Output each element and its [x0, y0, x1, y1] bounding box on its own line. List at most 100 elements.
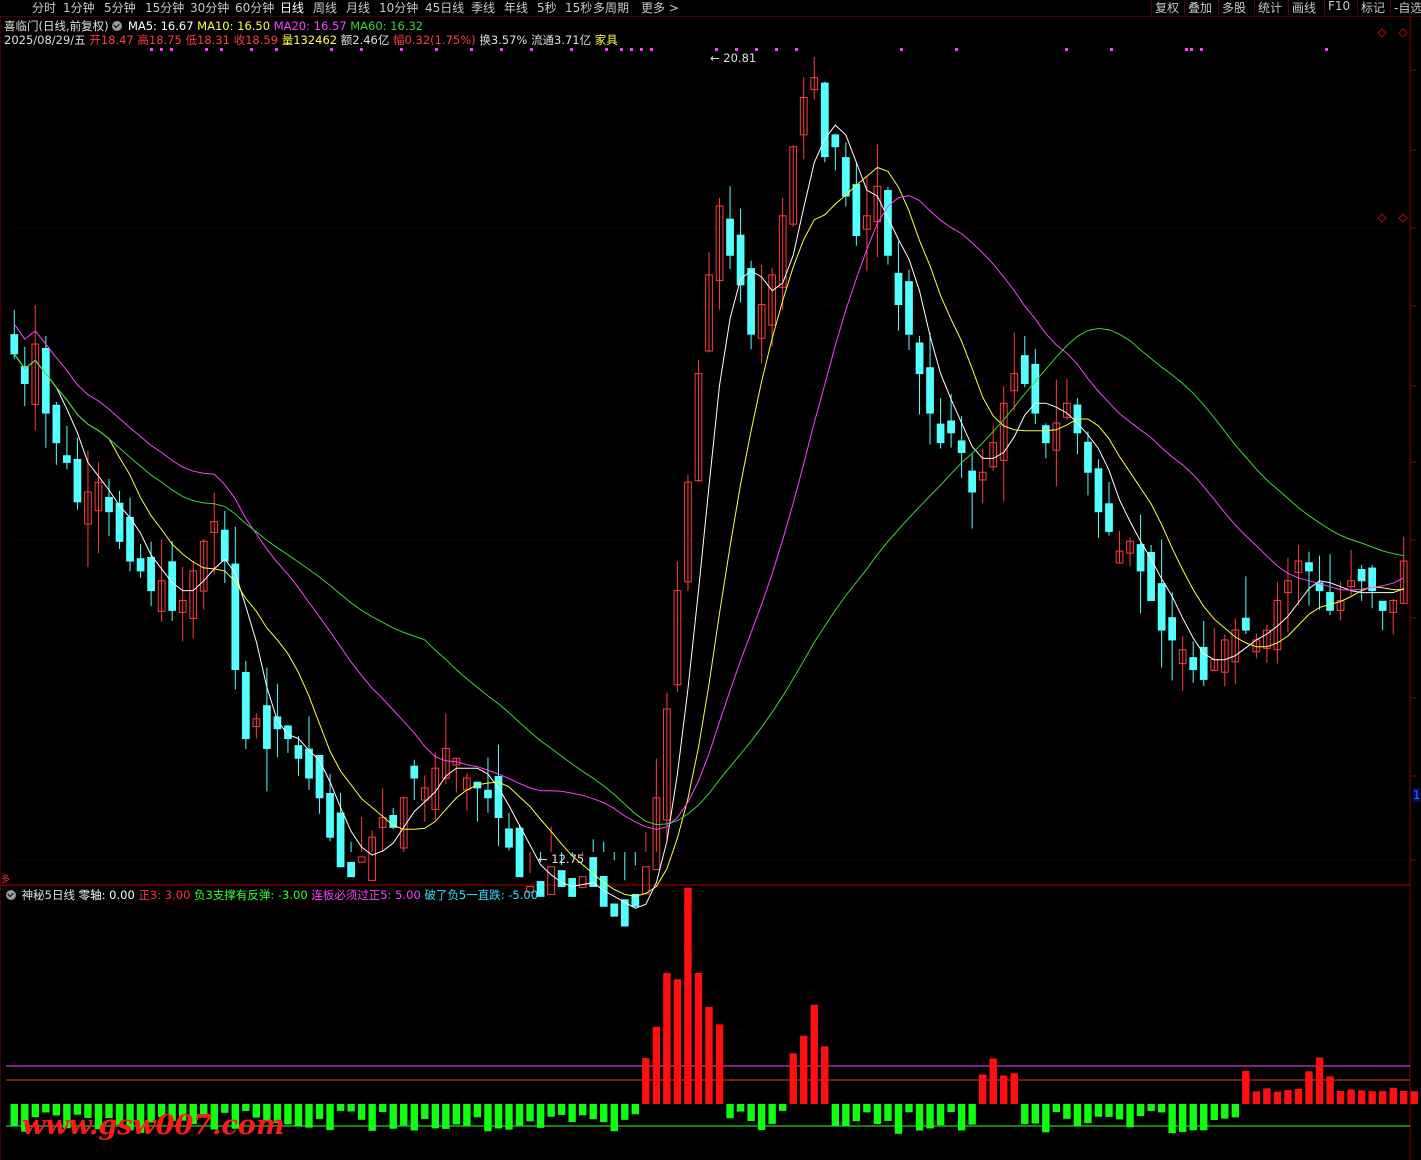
indicator-bar-positive: [1410, 1091, 1418, 1104]
period-tab-13[interactable]: 5秒: [537, 0, 557, 16]
indicator-bar-positive: [663, 973, 671, 1104]
candle-body: [747, 268, 755, 335]
signal-marker: [955, 48, 958, 51]
period-tab-10[interactable]: 45日线: [425, 0, 464, 16]
candle-body: [947, 420, 955, 434]
candle-body: [905, 281, 913, 335]
period-tab-6[interactable]: 日线: [280, 0, 304, 16]
indicator-bar-negative: [968, 1104, 976, 1125]
tool-button-2[interactable]: 多股: [1222, 0, 1246, 16]
candle-body: [831, 134, 840, 148]
indicator-bar-positive: [810, 1004, 818, 1104]
indicator-bar-negative: [757, 1104, 766, 1131]
period-tab-14[interactable]: 15秒: [565, 0, 592, 16]
indicator-bar-negative: [1136, 1104, 1145, 1117]
indicator-bar-negative: [494, 1104, 503, 1129]
tool-button-3[interactable]: 统计: [1258, 0, 1282, 16]
side-marker[interactable]: 1: [1413, 788, 1421, 802]
period-tab-16[interactable]: 更多 >: [641, 0, 679, 16]
candle-body: [1020, 355, 1029, 384]
candle-body: [336, 812, 345, 868]
indicator-bar-negative: [442, 1104, 450, 1129]
signal-marker: [1200, 48, 1203, 51]
period-tab-9[interactable]: 10分钟: [379, 0, 418, 16]
indicator-bar-positive: [1357, 1090, 1366, 1104]
indicator-bar-negative: [368, 1104, 376, 1131]
candle-body: [1094, 468, 1103, 513]
period-tab-5[interactable]: 60分钟: [235, 0, 274, 16]
period-tab-3[interactable]: 15分钟: [145, 0, 184, 16]
candle-body: [305, 748, 313, 779]
period-tab-0[interactable]: 分时: [32, 0, 56, 16]
period-tab-1[interactable]: 1分钟: [63, 0, 95, 16]
signal-marker: [470, 48, 473, 51]
toolbar-divider: [1151, 0, 1152, 15]
indicator-bar-negative: [1084, 1104, 1092, 1124]
signal-marker: [1325, 48, 1328, 51]
indicator-bar-negative: [305, 1104, 313, 1128]
tool-button-7[interactable]: -自选: [1394, 0, 1421, 16]
indicator-line-label-2: 负3支撑有反弹: -3.00: [194, 888, 312, 902]
indicator-bar-positive: [1010, 1073, 1018, 1104]
candle-body: [936, 423, 945, 444]
candle-body: [1168, 617, 1177, 641]
signal-marker: [150, 48, 153, 51]
indicator-bar-negative: [736, 1104, 745, 1112]
ma60-line: [13, 327, 1404, 826]
indicator-bar-positive: [1263, 1088, 1271, 1104]
chart-canvas: [0, 15, 1421, 1160]
candle-body: [168, 561, 177, 611]
quote-sector[interactable]: 家具: [595, 33, 618, 47]
period-tab-15[interactable]: 多周期: [593, 0, 629, 16]
candle-body: [852, 184, 861, 237]
stock-title[interactable]: 喜临门(日线,前复权): [4, 19, 109, 33]
indicator-bar-negative: [547, 1104, 555, 1117]
signal-marker: [605, 48, 608, 51]
signal-marker: [250, 48, 253, 51]
tool-button-6[interactable]: 标记: [1361, 0, 1385, 16]
indicator-bar-negative: [336, 1104, 345, 1111]
toolbar-divider: [1324, 0, 1325, 15]
tool-button-0[interactable]: 复权: [1155, 0, 1179, 16]
indicator-bar-negative: [621, 1104, 629, 1120]
candle-body: [1189, 657, 1198, 671]
ma5-line: [13, 124, 1404, 909]
tool-button-1[interactable]: 叠加: [1188, 0, 1212, 16]
indicator-name[interactable]: 神秘5日线: [22, 888, 75, 902]
signal-marker: [400, 48, 403, 51]
period-tab-7[interactable]: 周线: [313, 0, 337, 16]
period-tab-2[interactable]: 5分钟: [104, 0, 136, 16]
candle-body: [241, 672, 250, 740]
indicator-bar-positive: [705, 1006, 713, 1104]
indicator-bar-negative: [410, 1104, 418, 1131]
period-tab-4[interactable]: 30分钟: [190, 0, 229, 16]
signal-marker: [650, 48, 653, 51]
candle-body: [52, 404, 61, 444]
settings-check-icon[interactable]: [112, 21, 123, 31]
candle-body: [957, 440, 966, 454]
ma-label-0: MA5: 16.67: [127, 19, 198, 33]
indicator-line-label-0: 零轴: 0.00: [78, 888, 139, 902]
candle-body: [63, 455, 71, 463]
indicator-bar-positive: [694, 973, 703, 1104]
indicator-bar-negative: [726, 1104, 734, 1119]
indicator-bar-negative: [526, 1104, 534, 1122]
quote-line-2: 2025/08/29/五 开18.47 高18.75 低18.31 收18.59…: [4, 33, 618, 47]
diamond-icon: [1377, 28, 1387, 38]
candle-body: [1041, 425, 1050, 444]
candle-body: [536, 881, 545, 897]
candle-body: [126, 516, 134, 562]
period-tab-12[interactable]: 年线: [504, 0, 528, 16]
signal-marker: [500, 48, 503, 51]
candle-body: [1357, 569, 1366, 582]
indicator-bar-negative: [779, 1104, 787, 1111]
period-tab-11[interactable]: 季线: [471, 0, 495, 16]
period-tab-8[interactable]: 月线: [346, 0, 370, 16]
candle-body: [547, 866, 555, 895]
indicator-settings-icon[interactable]: [6, 890, 16, 900]
indicator-bar-positive: [673, 979, 682, 1104]
tool-button-5[interactable]: F10: [1328, 0, 1350, 13]
candle-body: [968, 470, 977, 493]
indicator-bar-negative: [863, 1104, 871, 1113]
tool-button-4[interactable]: 画线: [1292, 0, 1316, 16]
